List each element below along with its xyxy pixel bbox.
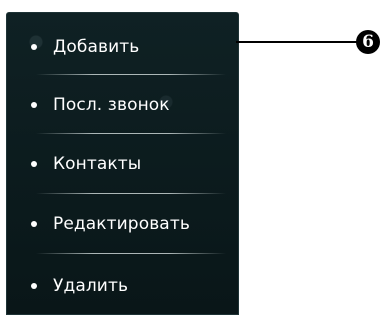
menu-item-label: Редактировать: [53, 214, 190, 234]
bullet-icon: [31, 44, 37, 50]
bullet-icon: [31, 161, 37, 167]
menu-item-label: Посл. звонок: [53, 95, 170, 115]
callout-line: [236, 41, 360, 43]
menu-separator: [36, 193, 226, 194]
menu-separator: [36, 74, 226, 75]
bullet-icon: [31, 102, 37, 108]
menu-item-label: Добавить: [53, 37, 140, 57]
menu-item-add[interactable]: Добавить: [6, 22, 239, 72]
menu-item-delete[interactable]: Удалить: [6, 261, 239, 311]
callout-number-badge: 6: [356, 30, 380, 54]
menu-item-last-call[interactable]: Посл. звонок: [6, 80, 239, 130]
bullet-icon: [31, 221, 37, 227]
menu-item-contacts[interactable]: Контакты: [6, 139, 239, 189]
menu-item-label: Контакты: [53, 154, 142, 174]
menu-item-edit[interactable]: Редактировать: [6, 199, 239, 249]
bullet-icon: [31, 283, 37, 289]
menu-item-label: Удалить: [53, 276, 129, 296]
screenshot-canvas: Добавить Посл. звонок Контакты Редактиро…: [0, 0, 390, 315]
menu-separator: [36, 253, 226, 254]
context-menu: Добавить Посл. звонок Контакты Редактиро…: [6, 12, 239, 315]
menu-separator: [36, 133, 226, 134]
